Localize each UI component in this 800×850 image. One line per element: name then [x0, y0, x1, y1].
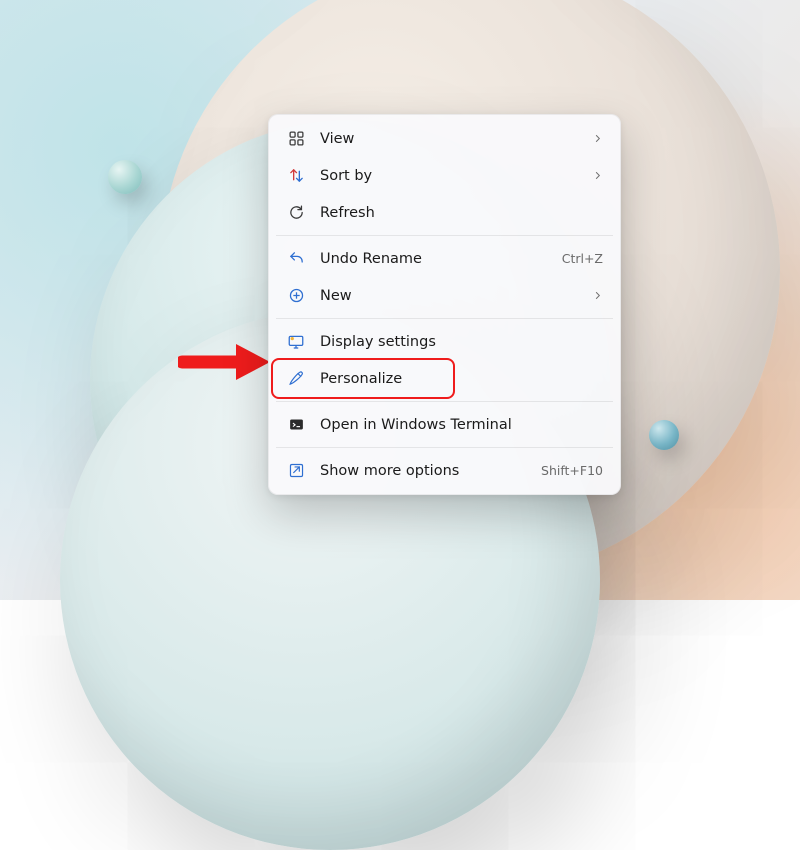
- menu-item-view[interactable]: View: [274, 120, 615, 157]
- menu-item-label: Undo Rename: [320, 251, 550, 267]
- new-icon: [286, 287, 306, 304]
- grid-icon: [286, 130, 306, 147]
- menu-item-label: Sort by: [320, 168, 580, 184]
- menu-item-label: View: [320, 131, 580, 147]
- menu-item-label: Open in Windows Terminal: [320, 417, 603, 433]
- menu-separator: [276, 235, 613, 236]
- chevron-right-icon: [580, 133, 603, 144]
- menu-item-sort-by[interactable]: Sort by: [274, 157, 615, 194]
- menu-item-label: Personalize: [320, 371, 603, 387]
- personalize-icon: [286, 370, 306, 387]
- desktop-context-menu: View Sort by Refresh: [268, 114, 621, 495]
- menu-item-display-settings[interactable]: Display settings: [274, 323, 615, 360]
- terminal-icon: [286, 416, 306, 433]
- menu-item-open-in-windows-terminal[interactable]: Open in Windows Terminal: [274, 406, 615, 443]
- menu-item-label: Refresh: [320, 205, 603, 221]
- menu-item-label: Show more options: [320, 463, 529, 479]
- menu-separator: [276, 318, 613, 319]
- callout-arrow: [178, 342, 270, 382]
- menu-item-accelerator: Ctrl+Z: [550, 251, 603, 266]
- chevron-right-icon: [580, 290, 603, 301]
- menu-item-refresh[interactable]: Refresh: [274, 194, 615, 231]
- more-options-icon: [286, 462, 306, 479]
- menu-item-label: New: [320, 288, 580, 304]
- menu-separator: [276, 401, 613, 402]
- chevron-right-icon: [580, 170, 603, 181]
- menu-item-personalize[interactable]: Personalize: [274, 360, 615, 397]
- wallpaper-orb: [108, 160, 142, 194]
- wallpaper-orb: [649, 420, 679, 450]
- menu-separator: [276, 447, 613, 448]
- menu-item-label: Display settings: [320, 334, 603, 350]
- menu-item-undo-rename[interactable]: Undo Rename Ctrl+Z: [274, 240, 615, 277]
- sort-icon: [286, 167, 306, 184]
- display-settings-icon: [286, 333, 306, 351]
- menu-item-show-more-options[interactable]: Show more options Shift+F10: [274, 452, 615, 489]
- menu-item-new[interactable]: New: [274, 277, 615, 314]
- menu-item-accelerator: Shift+F10: [529, 463, 603, 478]
- refresh-icon: [286, 204, 306, 221]
- undo-icon: [286, 250, 306, 267]
